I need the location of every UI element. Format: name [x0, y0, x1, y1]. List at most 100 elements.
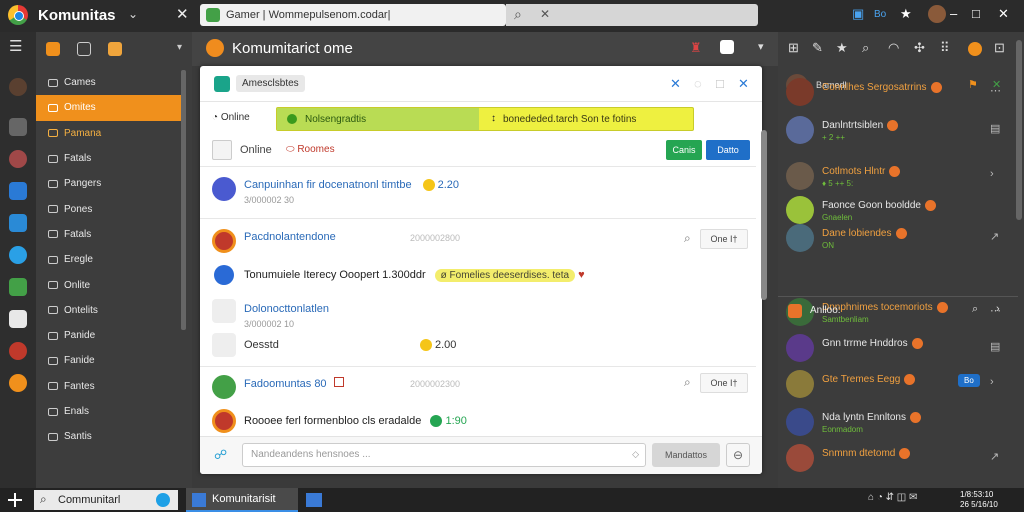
nav-item[interactable]: Fantes — [36, 374, 182, 399]
message-item[interactable]: Canpuinhan fir docenatnonl timtbe 2.20 3… — [200, 166, 756, 216]
games-icon[interactable] — [9, 150, 27, 168]
member-row[interactable]: Connlhes Sergosatrrins ⋯ — [778, 78, 1018, 108]
nav-item[interactable]: Enals — [36, 399, 182, 424]
note-icon[interactable] — [108, 42, 123, 56]
send-button[interactable]: Mandattos — [652, 443, 720, 467]
reply-button[interactable]: One I† — [700, 229, 748, 249]
nav-item[interactable]: Eregle — [36, 247, 182, 272]
green-action-button[interactable]: Canis — [666, 140, 702, 160]
reader-label[interactable]: Bo — [874, 9, 886, 20]
search-icon[interactable]: ⌕ — [684, 375, 691, 390]
reply-button[interactable]: One I† — [700, 373, 748, 393]
menu-icon[interactable]: ☰ — [9, 39, 27, 58]
member-action-icon[interactable]: › — [990, 168, 994, 180]
search-icon[interactable]: ⌕ — [862, 40, 869, 56]
taskbar-app2-icon[interactable] — [306, 493, 322, 507]
search-icon[interactable]: ⌕ — [972, 303, 978, 316]
clear-icon[interactable]: ✕ — [540, 7, 550, 21]
chat-icon[interactable] — [9, 182, 27, 200]
star-icon[interactable]: ★ — [900, 6, 912, 22]
filter-online-label[interactable]: Online — [240, 144, 272, 156]
right-scrollbar[interactable] — [1016, 40, 1022, 220]
message-input[interactable]: Nandeandens hensnoes ... ◇ — [242, 443, 646, 467]
flag-icon[interactable]: ♜ — [690, 40, 702, 56]
member-row[interactable]: Gnn trrme Hnddros ▤ — [778, 334, 1018, 364]
grid-icon[interactable]: ⊞ — [788, 40, 799, 56]
expand-icon[interactable]: □ — [716, 76, 724, 91]
member-row[interactable]: Snmnm dtetomd ↗ — [778, 444, 1018, 474]
pin-icon[interactable]: ✕ — [670, 76, 681, 92]
nav-item[interactable]: Cames — [36, 70, 182, 95]
nav-item[interactable]: Fatals — [36, 146, 182, 171]
chevron-right-icon[interactable]: › — [996, 303, 1000, 315]
reaction-tag[interactable]: ø Fomelies deeserdises. teta — [434, 269, 576, 282]
search-icon[interactable]: ⌕ — [514, 6, 522, 23]
close-icon[interactable]: ✕ — [738, 76, 749, 92]
coin-icon[interactable] — [968, 42, 982, 56]
member-tag[interactable]: Bo — [958, 374, 980, 387]
chevron-icon[interactable]: ◇ — [632, 449, 639, 460]
photos-icon[interactable] — [9, 310, 27, 328]
nav-item[interactable]: Onlite — [36, 272, 182, 297]
member-row[interactable]: Dane lobiendes ON ↗ — [778, 224, 1018, 254]
nav-item[interactable]: Santis — [36, 424, 182, 449]
blue-action-button[interactable]: Datto — [706, 140, 750, 160]
user-avatar[interactable] — [928, 5, 946, 23]
calendar-icon[interactable] — [9, 214, 27, 232]
bookmark-icon[interactable]: ▣ — [852, 6, 864, 22]
emoji-reaction[interactable]: 2.00 — [420, 339, 456, 352]
nav-item[interactable]: Ontelits — [36, 298, 182, 323]
collapse-chevron-icon[interactable]: ▾ — [177, 42, 182, 53]
filter-checkbox[interactable] — [212, 140, 232, 160]
tools-icon[interactable] — [9, 118, 27, 136]
star-icon[interactable]: ★ — [836, 40, 848, 56]
store-icon[interactable] — [9, 374, 27, 392]
member-action-icon[interactable]: ⋯ — [990, 84, 1001, 97]
search-icon[interactable]: ⌕ — [684, 231, 691, 246]
folder-icon[interactable] — [77, 42, 92, 56]
member-row[interactable]: Gte Tremes Eegg › Bo — [778, 370, 1018, 400]
nav-item[interactable]: Pones — [36, 196, 182, 221]
mention-icon[interactable]: ✣ — [914, 40, 925, 56]
games-alt-icon[interactable] — [9, 342, 27, 360]
tray-clock[interactable]: 1/8:53:10 26 5/16/10 — [960, 490, 998, 510]
home-icon[interactable] — [46, 42, 60, 56]
headset-icon[interactable]: ◠ — [888, 40, 899, 56]
nav-item[interactable]: Pamana — [36, 121, 182, 146]
tab-online[interactable]: ◔ Online — [212, 112, 250, 123]
taskbar-app-button[interactable]: Komunitarisit — [186, 488, 298, 512]
maximize-icon[interactable]: □ — [972, 6, 980, 21]
nav-item[interactable]: Panide — [36, 323, 182, 348]
tab-close-icon[interactable]: ✕ — [176, 5, 189, 23]
member-row[interactable]: Faonce Goon booldde Gnaelen — [778, 196, 1018, 226]
nav-item[interactable]: Fatals — [36, 222, 182, 247]
system-tray[interactable]: ⌂ ◔ ⇵ ◫ ✉ — [868, 492, 917, 503]
section-header[interactable]: Anlloo: ⌕ › — [778, 300, 1018, 322]
cortana-icon[interactable] — [156, 493, 170, 507]
member-action-icon[interactable]: ↗ — [990, 450, 999, 463]
window-close-icon[interactable]: ✕ — [998, 6, 1009, 22]
taskbar-search[interactable]: ⌕ Communitarl — [34, 490, 178, 510]
nav-scrollbar[interactable] — [181, 70, 186, 330]
member-action-icon[interactable]: ▤ — [990, 122, 1000, 135]
address-search-box[interactable]: ⌕ ✕ — [506, 4, 758, 26]
settings-icon[interactable]: ⊡ — [994, 40, 1005, 56]
docs-icon[interactable] — [9, 278, 27, 296]
attach-icon[interactable]: ☍ — [214, 447, 227, 463]
address-bar[interactable]: Gamer | Wommepulsenom.codar| — [200, 4, 506, 26]
start-icon[interactable] — [8, 493, 22, 507]
member-row[interactable]: Danlntrtsiblen + 2 ++ ▤ — [778, 116, 1018, 146]
tools-icon[interactable]: ✎ — [812, 40, 823, 56]
chevron-down-icon[interactable]: ⌄ — [128, 7, 138, 21]
apps-icon[interactable]: ⠿ — [940, 40, 950, 56]
refresh-icon[interactable]: ◌ — [694, 76, 702, 91]
member-row[interactable]: Nda lyntn Ennltons Eonmadom — [778, 408, 1018, 438]
center-scrollbar[interactable] — [761, 130, 767, 300]
nav-item[interactable]: Fanide — [36, 348, 182, 373]
window-icon[interactable] — [720, 40, 734, 54]
minimize-icon[interactable]: – — [950, 6, 957, 21]
chevron-down-icon[interactable]: ▾ — [758, 40, 764, 53]
nav-item[interactable]: Pangers — [36, 171, 182, 196]
emoji-picker-button[interactable]: ⊖ — [726, 443, 750, 467]
filter-room[interactable]: ⬭ Roomes — [286, 144, 335, 155]
